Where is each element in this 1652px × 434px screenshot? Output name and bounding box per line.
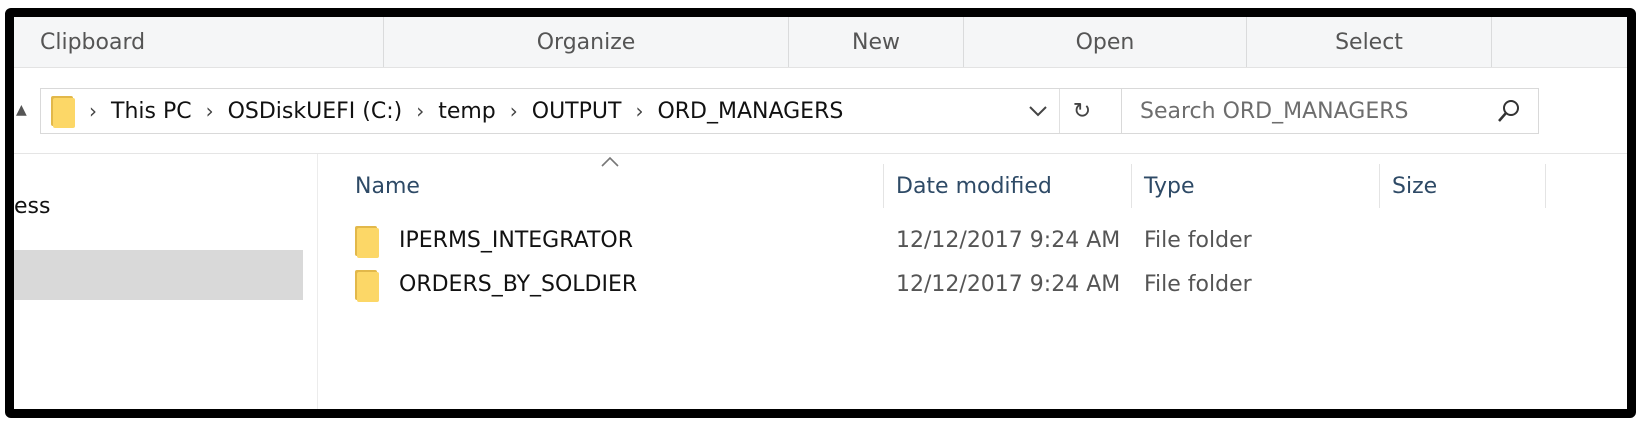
column-header-size[interactable]: Size [1380, 164, 1546, 208]
breadcrumb-separator-icon[interactable]: › [635, 99, 643, 123]
breadcrumb-separator-icon[interactable]: › [510, 99, 518, 123]
navigation-pane: ess [14, 154, 318, 409]
ribbon-group-clipboard: Clipboard [14, 17, 384, 67]
file-name[interactable]: ORDERS_BY_SOLDIER [399, 272, 637, 297]
nav-item-selected[interactable] [14, 250, 303, 300]
ribbon: Clipboard Organize New Open Select [14, 17, 1627, 68]
file-explorer-window: Clipboard Organize New Open Select ▲ › T… [14, 17, 1627, 409]
refresh-icon[interactable]: ↻ [1059, 89, 1104, 133]
file-date-modified: 12/12/2017 9:24 AM [896, 272, 1121, 297]
folder-icon [51, 94, 75, 128]
breadcrumb-output[interactable]: OUTPUT [532, 99, 622, 124]
breadcrumb-separator-icon[interactable]: › [206, 99, 214, 123]
column-header-name[interactable]: Name [343, 164, 884, 208]
ribbon-group-new: New [789, 17, 964, 67]
ribbon-group-select: Select [1247, 17, 1492, 67]
folder-icon [355, 224, 379, 258]
up-arrow-icon[interactable]: ▲ [16, 102, 27, 118]
breadcrumb-drive[interactable]: OSDiskUEFI (C:) [228, 99, 403, 124]
address-bar[interactable]: › This PC › OSDiskUEFI (C:) › temp › OUT… [40, 88, 1129, 134]
file-type: File folder [1144, 272, 1252, 297]
file-row[interactable]: ORDERS_BY_SOLDIER 12/12/2017 9:24 AM Fil… [343, 264, 1543, 306]
search-icon[interactable] [1496, 98, 1522, 124]
breadcrumb-ord-managers[interactable]: ORD_MANAGERS [657, 99, 843, 124]
column-header-date-modified[interactable]: Date modified [884, 164, 1132, 208]
file-list: Name Date modified Type Size IPERMS_INTE… [317, 154, 1627, 409]
ribbon-group-open: Open [964, 17, 1247, 67]
breadcrumb: › This PC › OSDiskUEFI (C:) › temp › OUT… [41, 89, 843, 133]
file-name[interactable]: IPERMS_INTEGRATOR [399, 228, 633, 253]
breadcrumb-separator-icon[interactable]: › [416, 99, 424, 123]
column-header-type[interactable]: Type [1132, 164, 1380, 208]
folder-icon [355, 268, 379, 302]
ribbon-group-organize: Organize [384, 17, 789, 67]
chevron-down-icon[interactable] [1021, 95, 1055, 127]
breadcrumb-temp[interactable]: temp [438, 99, 496, 124]
address-row: ▲ › This PC › OSDiskUEFI (C:) › temp › O… [14, 68, 1627, 154]
file-type: File folder [1144, 228, 1252, 253]
search-input[interactable]: Search ORD_MANAGERS [1121, 88, 1539, 134]
search-placeholder: Search ORD_MANAGERS [1140, 99, 1409, 124]
breadcrumb-this-pc[interactable]: This PC [111, 99, 192, 124]
nav-item-quick-access[interactable]: ess [14, 194, 50, 219]
window-frame: Clipboard Organize New Open Select ▲ › T… [5, 8, 1636, 418]
file-date-modified: 12/12/2017 9:24 AM [896, 228, 1121, 253]
file-row[interactable]: IPERMS_INTEGRATOR 12/12/2017 9:24 AM Fil… [343, 220, 1543, 262]
breadcrumb-separator-icon[interactable]: › [89, 99, 97, 123]
